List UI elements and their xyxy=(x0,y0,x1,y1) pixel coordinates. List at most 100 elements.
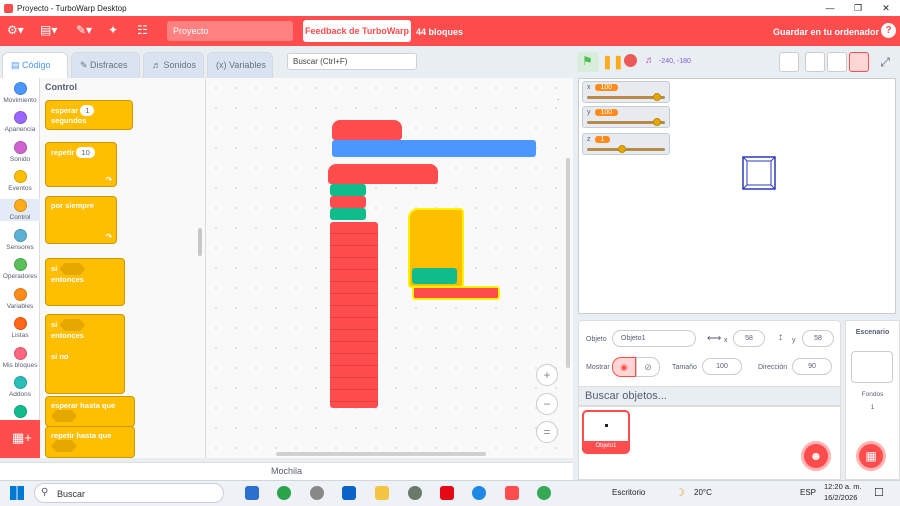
small-stage-icon[interactable] xyxy=(805,52,825,72)
add-backdrop-button[interactable]: ▦ xyxy=(856,441,886,471)
stage-thumbnail[interactable] xyxy=(851,351,893,383)
settings-icon[interactable]: ⚙▾ xyxy=(7,23,24,37)
monitor-slider[interactable] xyxy=(587,145,665,153)
category-listas[interactable]: Listas xyxy=(0,317,40,339)
close-button[interactable]: ✕ xyxy=(872,0,900,16)
outlook-icon[interactable] xyxy=(342,486,356,500)
explorer-icon[interactable] xyxy=(375,486,389,500)
sprite-card[interactable]: Objeto1 xyxy=(582,410,630,454)
monitor-slider[interactable] xyxy=(587,118,665,126)
x-input[interactable]: 58 xyxy=(733,330,765,347)
turbowarp-taskbar-icon[interactable] xyxy=(505,486,519,500)
category-apariencia[interactable]: Apariencia xyxy=(0,111,40,133)
block-repeat-until[interactable]: repetir hasta que xyxy=(45,426,135,458)
hide-eye-button[interactable]: ⊘ xyxy=(636,357,660,377)
chrome-profile-icon[interactable] xyxy=(537,486,551,500)
category-control[interactable]: Control xyxy=(0,199,40,221)
save-button[interactable]: Guardar en tu ordenador xyxy=(773,27,879,37)
monitor-y[interactable]: y 100 xyxy=(582,106,670,128)
category-extension[interactable] xyxy=(0,405,40,420)
category-movimiento[interactable]: Movimiento xyxy=(0,82,40,104)
custom-block-stack[interactable] xyxy=(330,222,378,408)
category-addons[interactable]: Addons xyxy=(0,376,40,398)
zoom-reset-button[interactable]: = xyxy=(536,421,558,443)
condition-slot[interactable] xyxy=(51,410,77,422)
zoom-out-button[interactable]: − xyxy=(536,393,558,415)
define-block[interactable] xyxy=(332,120,402,140)
chrome-icon[interactable] xyxy=(277,486,291,500)
sprite-name-input[interactable]: Objeto1 xyxy=(612,330,696,347)
add-extension-button[interactable]: ▦+ xyxy=(0,420,40,458)
terminal-icon[interactable] xyxy=(779,52,799,72)
slider-knob[interactable] xyxy=(653,118,662,126)
workspace-hscrollbar[interactable] xyxy=(276,452,486,456)
list-block-long[interactable] xyxy=(332,140,536,157)
zoom-in-button[interactable]: + xyxy=(536,364,558,386)
clock-time[interactable]: 12:20 a. m. xyxy=(824,482,862,491)
show-eye-button[interactable]: ◉ xyxy=(612,357,636,377)
clock-date[interactable]: 16/2/2026 xyxy=(824,493,857,502)
pen-block[interactable] xyxy=(330,184,366,196)
language-indicator[interactable]: ESP xyxy=(800,488,816,497)
block-if[interactable]: si entonces xyxy=(45,258,125,306)
maximize-button[interactable]: ❐ xyxy=(844,0,872,16)
tab-variables[interactable]: (x) Variables xyxy=(207,52,273,78)
block-forever[interactable]: por siempre ↷ xyxy=(45,196,117,244)
condition-slot[interactable] xyxy=(59,263,86,275)
addons-icon[interactable]: ✦ xyxy=(108,23,118,37)
slider-knob[interactable] xyxy=(653,93,662,101)
large-stage-icon[interactable] xyxy=(849,52,869,72)
stage-canvas[interactable]: x 100 y 100 z1 xyxy=(578,78,896,314)
desktop-label[interactable]: Escritorio xyxy=(612,488,645,497)
tab-sounds[interactable]: ♬ Sonidos xyxy=(143,52,204,78)
netflix-icon[interactable] xyxy=(440,486,454,500)
category-sonido[interactable]: Sonido xyxy=(0,141,40,163)
pen-block[interactable] xyxy=(330,208,366,220)
windows-start-icon[interactable] xyxy=(10,486,24,500)
direction-input[interactable]: 90 xyxy=(792,358,832,375)
theme-icon[interactable]: ☷ xyxy=(137,23,148,37)
normal-stage-icon[interactable] xyxy=(827,52,847,72)
pen-block[interactable] xyxy=(412,268,457,284)
block-wait[interactable]: esperar 1 segundos xyxy=(45,100,133,130)
speaker-icon[interactable]: ♬ xyxy=(645,55,655,66)
edit-menu-icon[interactable]: ✎▾ xyxy=(76,23,92,37)
hp-icon[interactable] xyxy=(310,486,324,500)
green-flag-button[interactable]: ⚑ xyxy=(577,52,599,72)
condition-slot[interactable] xyxy=(59,319,86,331)
file-menu-icon[interactable]: ▤▾ xyxy=(40,23,57,37)
block-wait-until[interactable]: esperar hasta que xyxy=(45,396,135,427)
add-sprite-button[interactable]: ☻ xyxy=(801,441,831,471)
backpack[interactable]: Mochila xyxy=(0,462,573,480)
search-input[interactable]: Buscar (Ctrl+F) xyxy=(287,53,417,70)
condition-slot[interactable] xyxy=(51,440,77,452)
block-if-else[interactable]: si entonces si no xyxy=(45,314,125,394)
tab-code[interactable]: ▤ Código xyxy=(2,52,68,78)
block-input[interactable]: 1 xyxy=(80,105,95,116)
custom-block-call[interactable] xyxy=(412,286,500,300)
custom-block[interactable] xyxy=(330,196,366,208)
notification-icon[interactable]: ☐ xyxy=(874,486,884,499)
size-input[interactable]: 100 xyxy=(702,358,742,375)
block-input[interactable]: 10 xyxy=(76,147,95,158)
tab-costumes[interactable]: ✎ Disfraces xyxy=(71,52,140,78)
category-operadores[interactable]: Operadores xyxy=(0,258,40,280)
fullscreen-icon[interactable]: ⤢ xyxy=(875,52,895,72)
copilot-icon[interactable] xyxy=(245,486,259,500)
sprite-search-input[interactable]: Buscar objetos... xyxy=(578,386,841,406)
stop-button[interactable] xyxy=(624,54,637,67)
category-mis-bloques[interactable]: Mis bloques xyxy=(0,347,40,369)
project-name-input[interactable]: Proyecto xyxy=(167,21,293,41)
edge-icon[interactable] xyxy=(472,486,486,500)
taskbar-search[interactable]: ⚲ Buscar xyxy=(34,483,224,503)
monitor-x[interactable]: x 100 xyxy=(582,81,670,103)
y-input[interactable]: 58 xyxy=(802,330,834,347)
pause-button[interactable]: ❚❚ xyxy=(602,54,624,70)
slider-knob[interactable] xyxy=(618,145,627,153)
help-button[interactable]: ? xyxy=(881,23,896,38)
category-eventos[interactable]: Eventos xyxy=(0,170,40,192)
monitor-slider[interactable] xyxy=(587,93,665,101)
workspace-vscrollbar[interactable] xyxy=(566,158,570,368)
block-repeat[interactable]: repetir 10 ↷ xyxy=(45,142,117,187)
code-workspace[interactable]: . + − = xyxy=(205,78,573,458)
